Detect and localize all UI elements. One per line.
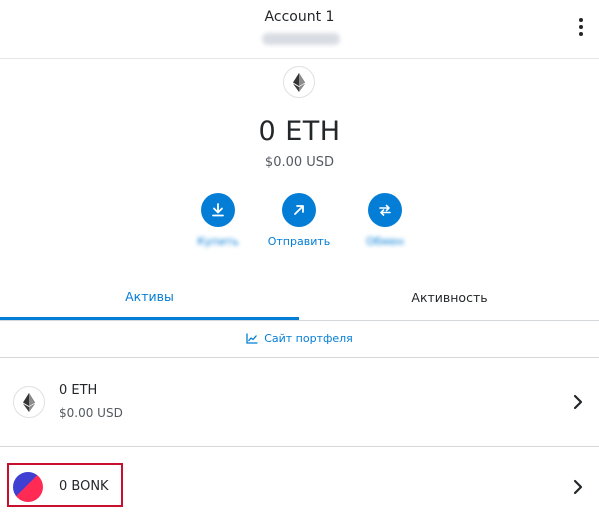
- ethereum-icon: [13, 386, 45, 418]
- ethereum-icon: [283, 66, 315, 98]
- send-label: Отправить: [267, 235, 331, 248]
- chevron-right-icon: [573, 394, 583, 410]
- bonk-token-icon: [13, 472, 43, 502]
- tab-assets[interactable]: Активы: [0, 276, 299, 320]
- chevron-right-icon: [573, 479, 583, 495]
- asset-row-eth[interactable]: 0 ETH $0.00 USD: [0, 358, 599, 447]
- buy-label: Купить: [197, 235, 239, 248]
- asset-eth-fiat: $0.00 USD: [59, 406, 123, 420]
- kebab-menu-icon[interactable]: [573, 14, 589, 40]
- balance-amount: 0 ETH: [258, 116, 341, 147]
- swap-icon: [368, 193, 402, 227]
- account-header: Account 1: [0, 0, 599, 59]
- balance-fiat: $0.00 USD: [264, 155, 335, 170]
- chart-icon: [246, 333, 258, 344]
- asset-bonk-amount: 0 BONK: [59, 479, 109, 494]
- portfolio-site-label: Сайт портфеля: [264, 332, 353, 345]
- asset-eth-amount: 0 ETH: [59, 383, 98, 398]
- tab-activity[interactable]: Активность: [300, 276, 599, 318]
- portfolio-site-link[interactable]: Сайт портфеля: [0, 320, 599, 358]
- send-button[interactable]: Отправить: [254, 193, 344, 248]
- download-icon: [201, 193, 235, 227]
- swap-button[interactable]: Обмен: [340, 193, 430, 248]
- asset-row-bonk[interactable]: 0 BONK: [0, 447, 599, 515]
- account-name[interactable]: Account 1: [0, 9, 599, 25]
- tab-bar: Активы Активность: [0, 276, 599, 321]
- buy-button[interactable]: Купить: [173, 193, 263, 248]
- swap-label: Обмен: [366, 235, 404, 248]
- account-address-blurred[interactable]: [262, 33, 340, 45]
- arrow-up-right-icon: [282, 193, 316, 227]
